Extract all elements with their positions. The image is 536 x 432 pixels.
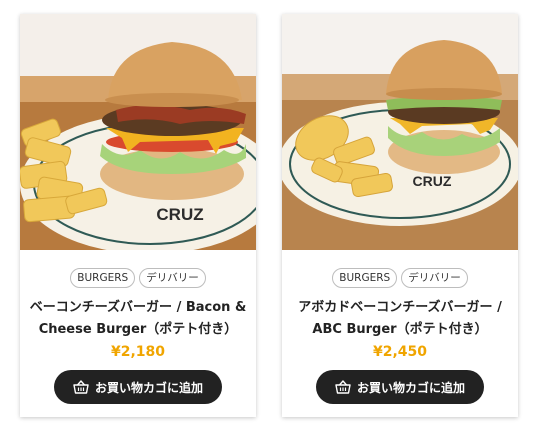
tag-burgers[interactable]: BURGERS [332,268,398,288]
tag-delivery[interactable]: デリバリー [139,268,206,288]
basket-icon [73,380,89,394]
plate-logo: CRUZ [156,205,203,224]
tag-list: BURGERS デリバリー [20,268,256,288]
add-to-cart-button[interactable]: お買い物カゴに追加 [54,370,222,404]
product-image[interactable]: CRUZ [20,14,256,250]
basket-icon [335,380,351,394]
add-to-cart-label: お買い物カゴに追加 [356,380,465,395]
add-to-cart-button[interactable]: お買い物カゴに追加 [316,370,484,404]
product-title-line2: ABC Burger（ポテト付き） [312,322,488,337]
product-card[interactable]: CRUZ BURGERS デリバリー ベーコンチーズバーガー / Bacon &… [20,14,256,417]
product-title[interactable]: アボカドベーコンチーズバーガー / ABC Burger（ポテト付き） [288,297,512,341]
product-price: ¥2,180 [110,344,166,360]
product-card[interactable]: CRUZ BURGERS デリバリー アボカドベーコンチーズバーガー / ABC… [282,14,518,417]
tag-burgers[interactable]: BURGERS [70,268,136,288]
tag-list: BURGERS デリバリー [282,268,518,288]
product-image[interactable]: CRUZ [282,14,518,250]
product-title-line1: アボカドベーコンチーズバーガー / [298,300,502,315]
add-to-cart-label: お買い物カゴに追加 [94,380,203,395]
tag-delivery[interactable]: デリバリー [401,268,468,288]
product-title-line1: ベーコンチーズバーガー / Bacon & [29,300,247,315]
plate-logo: CRUZ [413,173,452,189]
product-price: ¥2,450 [372,344,428,360]
product-title[interactable]: ベーコンチーズバーガー / Bacon & Cheese Burger（ポテト付… [26,297,250,341]
product-grid: CRUZ BURGERS デリバリー ベーコンチーズバーガー / Bacon &… [0,0,536,432]
product-title-line2: Cheese Burger（ポテト付き） [38,322,238,337]
